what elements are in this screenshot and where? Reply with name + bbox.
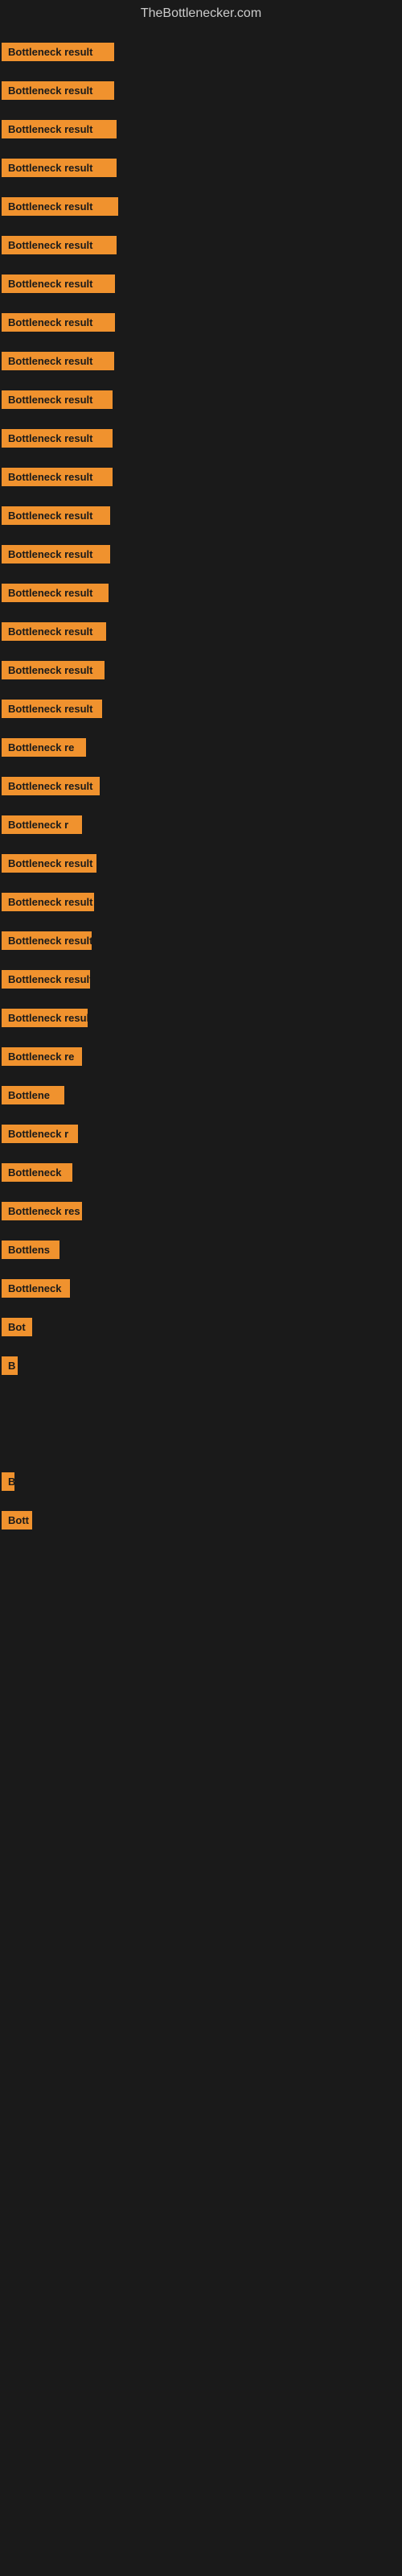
table-row: Bottleneck re [0,728,402,766]
bottleneck-result-badge[interactable]: Bottleneck result [2,584,109,602]
table-row: Bottleneck res [0,1191,402,1230]
site-title: TheBottlenecker.com [0,0,402,24]
table-row: B [0,1346,402,1385]
bottleneck-result-badge[interactable]: Bottleneck result [2,352,114,370]
bottleneck-result-badge[interactable]: Bottleneck result [2,622,106,641]
empty-row [0,1385,402,1423]
table-row: Bottleneck result [0,341,402,380]
table-row: Bottleneck result [0,32,402,71]
bottleneck-result-badge[interactable]: Bottleneck result [2,661,105,679]
bottleneck-result-badge[interactable]: Bottleneck re [2,1047,82,1066]
empty-row [0,1423,402,1462]
table-row: Bottleneck result [0,960,402,998]
table-row: Bottlene [0,1075,402,1114]
table-row: Bott [0,1501,402,1539]
table-row: Bottleneck r [0,1114,402,1153]
table-row: Bottleneck result [0,419,402,457]
bottleneck-result-badge[interactable]: Bottleneck result [2,43,114,61]
table-row: Bottleneck r [0,805,402,844]
bottleneck-result-badge[interactable]: Bottleneck result [2,545,110,564]
table-row: Bottleneck result [0,998,402,1037]
bottleneck-result-badge[interactable]: Bottleneck result [2,1009,88,1027]
bottleneck-result-badge[interactable]: Bottleneck result [2,700,102,718]
bottleneck-result-badge[interactable]: Bott [2,1511,32,1530]
table-row: Bottleneck [0,1153,402,1191]
table-row: Bottleneck re [0,1037,402,1075]
bottleneck-result-badge[interactable]: Bottleneck result [2,120,117,138]
bottleneck-result-badge[interactable]: B [2,1472,14,1491]
table-row: Bottleneck result [0,612,402,650]
bottleneck-result-badge[interactable]: Bottleneck result [2,159,117,177]
table-row: Bottleneck result [0,187,402,225]
table-row: Bottleneck result [0,109,402,148]
table-row: Bottleneck result [0,303,402,341]
bottleneck-result-badge[interactable]: Bottleneck result [2,506,110,525]
bottleneck-result-badge[interactable]: Bottleneck result [2,236,117,254]
table-row: Bottleneck [0,1269,402,1307]
bottleneck-result-badge[interactable]: Bottleneck result [2,429,113,448]
table-row: Bottleneck result [0,225,402,264]
table-row: Bottleneck result [0,766,402,805]
bottleneck-result-badge[interactable]: Bot [2,1318,32,1336]
bottleneck-result-badge[interactable]: Bottleneck result [2,275,115,293]
bottleneck-result-badge[interactable]: B [2,1356,18,1375]
table-row: Bottleneck result [0,689,402,728]
bottleneck-result-badge[interactable]: Bottleneck result [2,468,113,486]
bottleneck-result-badge[interactable]: Bottleneck result [2,893,94,911]
table-row: Bottlens [0,1230,402,1269]
bottleneck-result-badge[interactable]: Bottleneck [2,1279,70,1298]
site-header: TheBottlenecker.com [0,0,402,24]
bottleneck-result-badge[interactable]: Bottleneck result [2,197,118,216]
bottleneck-result-badge[interactable]: Bottleneck result [2,970,90,989]
bottleneck-result-badge[interactable]: Bottleneck re [2,738,86,757]
table-row: Bottleneck result [0,573,402,612]
table-row: Bottleneck result [0,71,402,109]
bottleneck-result-badge[interactable]: Bottleneck result [2,777,100,795]
bottleneck-list: Bottleneck result Bottleneck result Bottle… [0,24,402,1539]
bottleneck-result-badge[interactable]: Bottleneck result [2,854,96,873]
bottleneck-result-badge[interactable]: Bottleneck [2,1163,72,1182]
table-row: Bottleneck result [0,264,402,303]
bottleneck-result-badge[interactable]: Bottleneck result [2,81,114,100]
table-row: Bottleneck result [0,650,402,689]
table-row: Bottleneck result [0,535,402,573]
table-row: Bottleneck result [0,882,402,921]
table-row: Bottleneck result [0,457,402,496]
bottleneck-result-badge[interactable]: Bottleneck result [2,390,113,409]
bottleneck-result-badge[interactable]: Bottleneck result [2,313,115,332]
table-row: Bottleneck result [0,148,402,187]
bottleneck-result-badge[interactable]: Bottleneck r [2,1125,78,1143]
bottleneck-result-badge[interactable]: Bottlens [2,1241,59,1259]
table-row: Bot [0,1307,402,1346]
table-row: Bottleneck result [0,496,402,535]
bottleneck-result-badge[interactable]: Bottleneck result [2,931,92,950]
bottleneck-result-badge[interactable]: Bottleneck res [2,1202,82,1220]
bottleneck-result-badge[interactable]: Bottleneck r [2,815,82,834]
table-row: Bottleneck result [0,380,402,419]
table-row: Bottleneck result [0,844,402,882]
table-row: B [0,1462,402,1501]
table-row: Bottleneck result [0,921,402,960]
bottleneck-result-badge[interactable]: Bottlene [2,1086,64,1104]
